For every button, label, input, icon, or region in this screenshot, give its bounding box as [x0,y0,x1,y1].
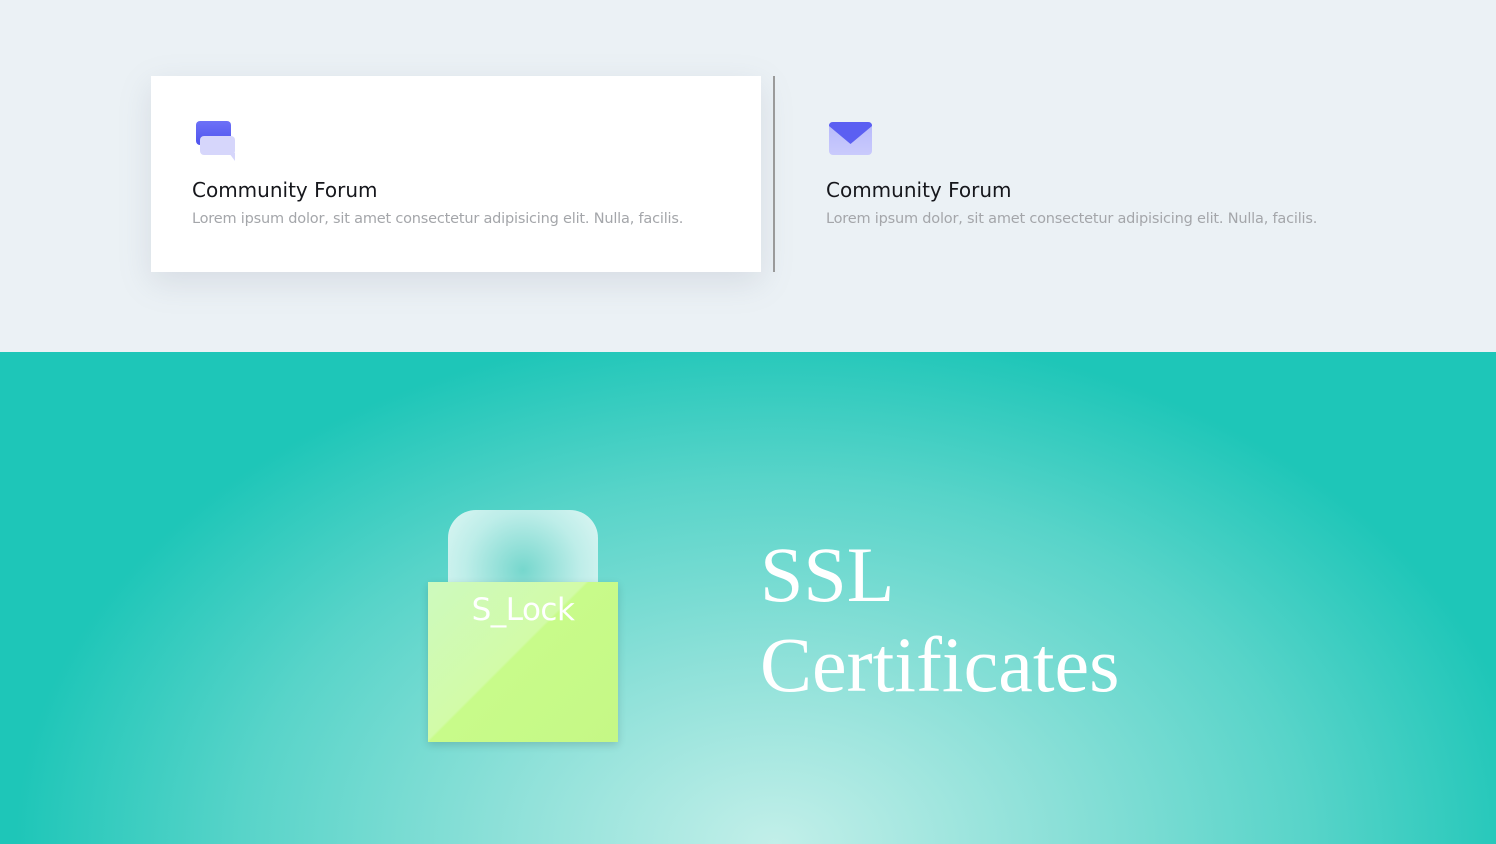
card-title: Community Forum [826,178,1012,202]
envelope-icon [829,120,872,162]
feature-card-community-forum[interactable]: Community Forum Lorem ipsum dolor, sit a… [151,76,761,272]
lock-label: S_Lock [471,592,575,628]
hero-title: SSL Certificates [760,530,1180,710]
feature-card-community-forum-email[interactable]: Community Forum Lorem ipsum dolor, sit a… [785,76,1385,272]
lock-illustration: S_Lock [428,510,618,742]
card-divider [773,76,775,272]
card-description: Lorem ipsum dolor, sit amet consectetur … [192,211,684,227]
features-section: Community Forum Lorem ipsum dolor, sit a… [0,0,1496,352]
ssl-hero-section: S_Lock SSL Certificates [0,352,1496,844]
card-description: Lorem ipsum dolor, sit amet consectetur … [826,211,1318,227]
card-title: Community Forum [192,178,378,202]
hero-title-line-2: Certificates [760,621,1120,708]
hero-title-line-1: SSL [760,531,895,618]
chat-bubbles-icon [195,120,237,162]
